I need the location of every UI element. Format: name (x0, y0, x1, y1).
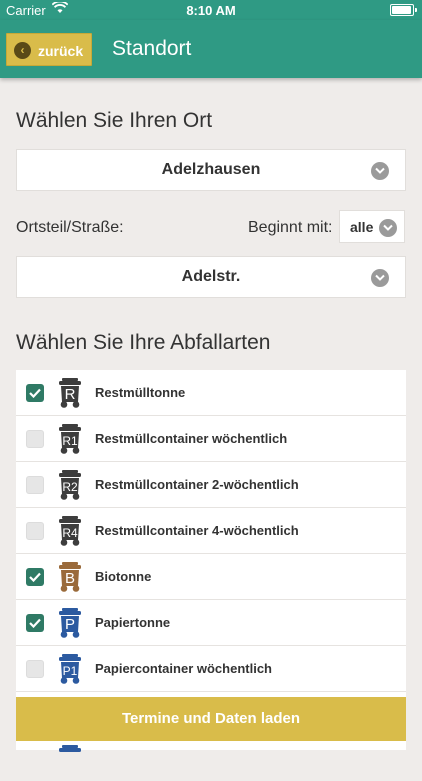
status-bar: Carrier 8:10 AM (0, 0, 422, 20)
checkbox[interactable] (26, 476, 44, 494)
load-dates-button[interactable]: Termine und Daten laden (16, 697, 406, 741)
chevron-down-icon (379, 219, 397, 237)
trash-bin-icon: B (56, 561, 84, 593)
back-button-label: zurück (38, 43, 84, 59)
waste-type-label: Restmülltonne (95, 385, 186, 400)
town-select[interactable]: Adelzhausen (16, 149, 406, 191)
clock: 8:10 AM (186, 3, 236, 18)
trash-bin-icon: R2 (56, 469, 84, 501)
trash-bin-icon: R (56, 377, 84, 409)
svg-text:B: B (65, 570, 75, 587)
town-value: Adelzhausen (161, 161, 261, 178)
street-label: Ortsteil/Straße: (16, 219, 124, 236)
page-title: Standort (112, 37, 192, 60)
waste-type-label: Restmüllcontainer wöchentlich (95, 431, 288, 446)
list-item[interactable]: R2 Restmüllcontainer 2-wöchentlich (16, 462, 406, 508)
chevron-down-icon (371, 269, 389, 287)
chevron-down-icon (371, 162, 389, 180)
svg-text:P1: P1 (63, 664, 78, 678)
list-item[interactable]: R1 Restmüllcontainer wöchentlich (16, 416, 406, 462)
trash-bin-icon: R1 (56, 423, 84, 455)
checkbox[interactable] (26, 660, 44, 678)
battery-icon (390, 4, 417, 16)
filter-label: Beginnt mit: (248, 219, 333, 236)
svg-text:R2: R2 (62, 480, 78, 494)
trash-bin-icon: P1 (56, 653, 84, 685)
svg-text:R4: R4 (62, 526, 78, 540)
checkbox[interactable] (26, 430, 44, 448)
waste-type-label: Restmüllcontainer 4-wöchentlich (95, 523, 299, 538)
location-heading: Wählen Sie Ihren Ort (16, 109, 213, 132)
list-item[interactable]: P Papiertonne (16, 600, 406, 646)
list-item[interactable]: B Biotonne (16, 554, 406, 600)
checkbox[interactable] (26, 384, 44, 402)
waste-type-label: Biotonne (95, 569, 152, 584)
svg-text:R1: R1 (62, 434, 78, 448)
filter-select[interactable]: alle (339, 210, 405, 243)
list-item[interactable]: P1 Papiercontainer wöchentlich (16, 646, 406, 692)
svg-text:P: P (65, 616, 75, 633)
trash-bin-icon (56, 744, 84, 776)
waste-type-list: R Restmülltonne R1 Restmüllcontainer wöc… (16, 370, 406, 752)
list-item[interactable]: R Restmülltonne (16, 370, 406, 416)
nav-bar: ‹ zurück Standort (0, 20, 422, 78)
back-button[interactable]: ‹ zurück (6, 33, 92, 66)
waste-type-label: Restmüllcontainer 2-wöchentlich (95, 477, 299, 492)
svg-text:R: R (65, 386, 76, 403)
list-item[interactable]: R4 Restmüllcontainer 4-wöchentlich (16, 508, 406, 554)
chevron-left-icon: ‹ (14, 42, 31, 59)
waste-type-label: Papiertonne (95, 615, 171, 630)
checkbox[interactable] (26, 568, 44, 586)
trash-bin-icon: R4 (56, 515, 84, 547)
street-select[interactable]: Adelstr. (16, 256, 406, 298)
waste-heading: Wählen Sie Ihre Abfallarten (16, 331, 271, 354)
waste-type-label: Papiercontainer wöchentlich (95, 661, 272, 676)
checkbox[interactable] (26, 522, 44, 540)
checkbox[interactable] (26, 614, 44, 632)
trash-bin-icon: P (56, 607, 84, 639)
street-value: Adelstr. (181, 268, 241, 285)
